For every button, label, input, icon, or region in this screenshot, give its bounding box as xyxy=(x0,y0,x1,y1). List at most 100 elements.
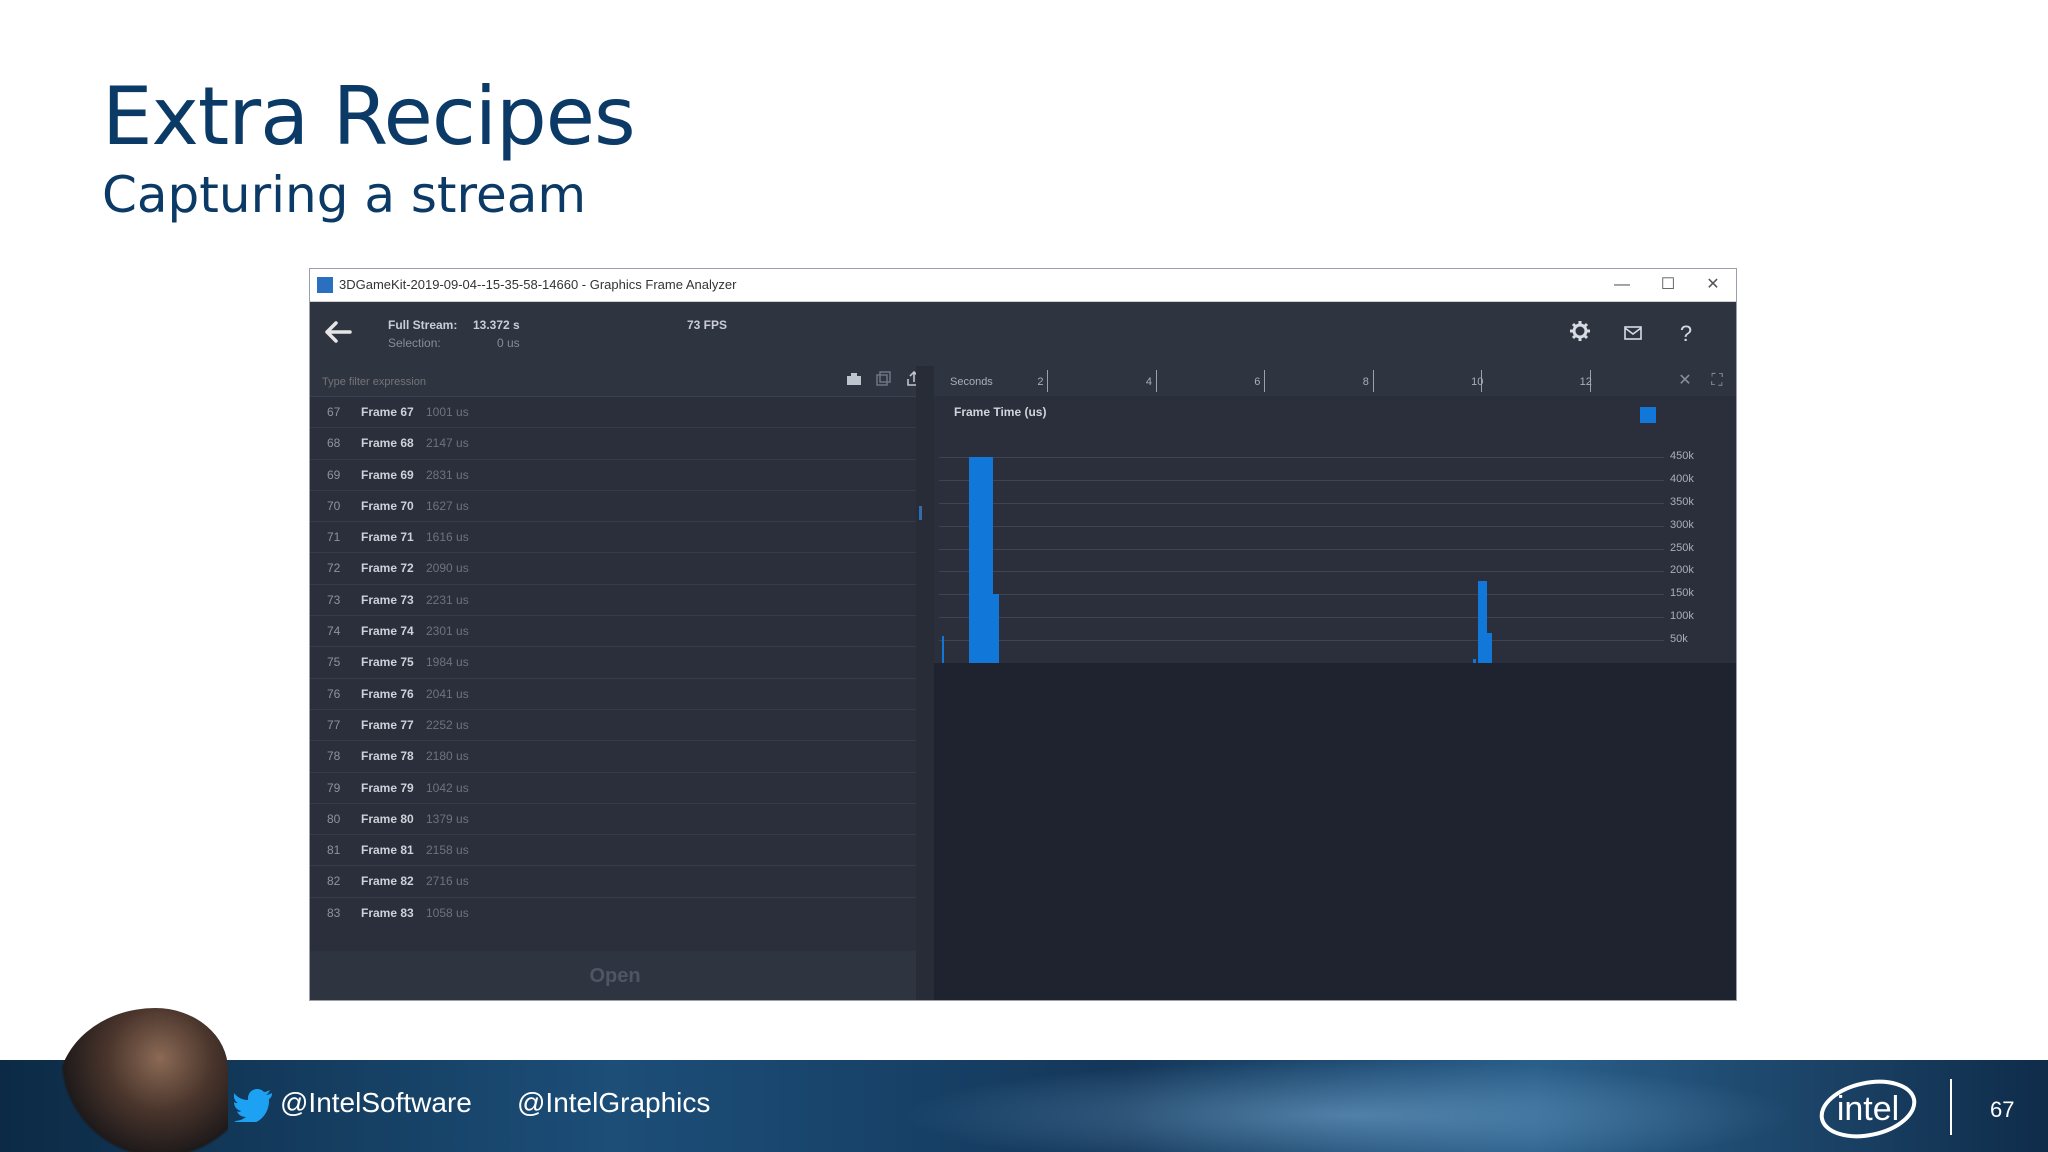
plot-area xyxy=(939,434,1664,663)
panel-splitter[interactable] xyxy=(916,366,934,1000)
frame-row[interactable]: 80 Frame 80 1379 us xyxy=(310,804,916,836)
gridline xyxy=(939,548,1664,550)
y-tick-label: 250k xyxy=(1670,541,1694,554)
intel-logo: intel xyxy=(1819,1079,1917,1139)
frame-name: Frame 76 xyxy=(361,686,414,701)
selection-value: 0 us xyxy=(497,336,520,350)
frame-name: Frame 73 xyxy=(361,592,414,607)
frame-index: 70 xyxy=(327,498,341,513)
frame-time: 1984 us xyxy=(426,655,469,670)
frame-index: 80 xyxy=(327,811,341,826)
frame-row[interactable]: 75 Frame 75 1984 us xyxy=(310,647,916,679)
frame-row[interactable]: 72 Frame 72 2090 us xyxy=(310,553,916,585)
envelope-icon[interactable] xyxy=(1619,320,1647,348)
frame-name: Frame 82 xyxy=(361,874,414,889)
frame-index: 69 xyxy=(327,467,341,482)
frame-index: 78 xyxy=(327,749,341,764)
frame-row[interactable]: 76 Frame 76 2041 us xyxy=(310,679,916,710)
close-icon[interactable]: ✕ xyxy=(1676,372,1694,390)
ruler-tick xyxy=(1264,370,1266,392)
gear-icon[interactable] xyxy=(1566,320,1594,348)
frame-row[interactable]: 81 Frame 81 2158 us xyxy=(310,835,916,867)
splitter-marker xyxy=(919,506,922,520)
frame-name: Frame 68 xyxy=(361,436,414,451)
frame-time: 1379 us xyxy=(426,811,469,826)
character-image xyxy=(58,1008,228,1152)
window-titlebar: 3DGameKit-2019-09-04--15-35-58-14660 - G… xyxy=(310,269,1736,302)
legend-swatch[interactable] xyxy=(1640,407,1656,423)
open-bar: Open xyxy=(310,951,916,1000)
frame-row[interactable]: 83 Frame 83 1058 us xyxy=(310,898,916,917)
fullscreen-icon[interactable]: ⛶ xyxy=(1708,372,1726,390)
frame-index: 82 xyxy=(327,874,341,889)
ruler-tick-label: 6 xyxy=(1254,376,1261,388)
copy-icon[interactable] xyxy=(874,371,894,391)
frame-list[interactable]: 67 Frame 67 1001 us 68 Frame 68 2147 us 69 Fram… xyxy=(310,397,916,917)
frame-list-panel: 67 Frame 67 1001 us 68 Frame 68 2147 us 69 Fram… xyxy=(310,366,921,1000)
ruler-tick xyxy=(1155,370,1157,392)
frame-time-bar[interactable] xyxy=(1486,633,1492,663)
frame-row[interactable]: 68 Frame 68 2147 us xyxy=(310,428,916,460)
frame-time-bar[interactable] xyxy=(941,635,945,663)
frame-name: Frame 67 xyxy=(361,405,414,419)
frame-row[interactable]: 70 Frame 70 1627 us xyxy=(310,491,916,523)
frame-time: 1627 us xyxy=(426,498,469,513)
ruler-tick xyxy=(1047,370,1049,392)
frame-row[interactable]: 69 Frame 69 2831 us xyxy=(310,460,916,491)
y-tick-label: 450k xyxy=(1670,449,1694,462)
frame-row[interactable]: 79 Frame 79 1042 us xyxy=(310,773,916,804)
arrow-left-icon[interactable] xyxy=(322,316,354,348)
timeline-ruler[interactable]: Seconds ✕ ⛶ 2 4 6 8 10 12 xyxy=(934,366,1736,396)
y-tick-label: 50k xyxy=(1670,633,1688,646)
frame-index: 68 xyxy=(327,436,341,451)
frame-time: 2041 us xyxy=(426,686,469,701)
frame-time: 2180 us xyxy=(426,749,469,764)
frame-time: 1616 us xyxy=(426,530,469,545)
close-button[interactable]: ✕ xyxy=(1693,273,1733,297)
filter-row xyxy=(310,366,921,397)
timeline-area: Seconds ✕ ⛶ 2 4 6 8 10 12 Frame Time (us) 450… xyxy=(934,366,1736,1000)
y-tick-label: 150k xyxy=(1670,587,1694,600)
frame-name: Frame 69 xyxy=(361,467,414,482)
ruler-tick-label: 2 xyxy=(1037,376,1044,388)
camera-icon[interactable] xyxy=(844,371,864,391)
y-tick-label: 300k xyxy=(1670,518,1694,531)
frame-row[interactable]: 73 Frame 73 2231 us xyxy=(310,585,916,617)
frame-row[interactable]: 74 Frame 74 2301 us xyxy=(310,616,916,648)
frame-index: 79 xyxy=(327,780,341,795)
frame-time: 2147 us xyxy=(426,436,469,451)
gridline xyxy=(939,525,1664,527)
graphics-frame-analyzer-window: 3DGameKit-2019-09-04--15-35-58-14660 - G… xyxy=(310,269,1736,1000)
frame-row[interactable]: 67 Frame 67 1001 us xyxy=(310,397,916,429)
frame-name: Frame 80 xyxy=(361,811,414,826)
ruler-seconds-label: Seconds xyxy=(950,376,993,388)
minimize-button[interactable]: — xyxy=(1602,273,1642,297)
gridline xyxy=(939,571,1664,573)
frame-time-bar[interactable] xyxy=(987,594,999,663)
frame-row[interactable]: 78 Frame 78 2180 us xyxy=(310,741,916,773)
open-button[interactable]: Open xyxy=(565,961,665,991)
frame-row[interactable]: 82 Frame 82 2716 us xyxy=(310,866,916,898)
maximize-button[interactable]: ☐ xyxy=(1648,273,1688,297)
frame-index: 72 xyxy=(327,561,341,576)
frame-index: 73 xyxy=(327,592,341,607)
frame-time: 2831 us xyxy=(426,467,469,482)
frame-time-bar[interactable] xyxy=(1478,580,1487,663)
frame-time: 1001 us xyxy=(426,405,469,419)
selection-label: Selection: xyxy=(388,336,441,350)
frame-time: 2301 us xyxy=(426,624,469,639)
frame-time-chart: Frame Time (us) 450k 400k 350k 300k 250k 200k… xyxy=(934,396,1736,663)
frame-row[interactable]: 77 Frame 77 2252 us xyxy=(310,710,916,742)
frame-time-bar[interactable] xyxy=(1473,659,1476,663)
frame-row[interactable]: 71 Frame 71 1616 us xyxy=(310,522,916,554)
ruler-tick-label: 4 xyxy=(1145,376,1152,388)
question-icon[interactable]: ? xyxy=(1672,320,1700,348)
gridline xyxy=(939,456,1664,458)
frame-name: Frame 77 xyxy=(361,717,414,732)
y-tick-label: 200k xyxy=(1670,564,1694,577)
frame-name: Frame 75 xyxy=(361,655,414,670)
gridline xyxy=(939,617,1664,619)
filter-input[interactable] xyxy=(320,372,744,392)
frame-index: 83 xyxy=(327,905,341,917)
frame-time: 2231 us xyxy=(426,592,469,607)
